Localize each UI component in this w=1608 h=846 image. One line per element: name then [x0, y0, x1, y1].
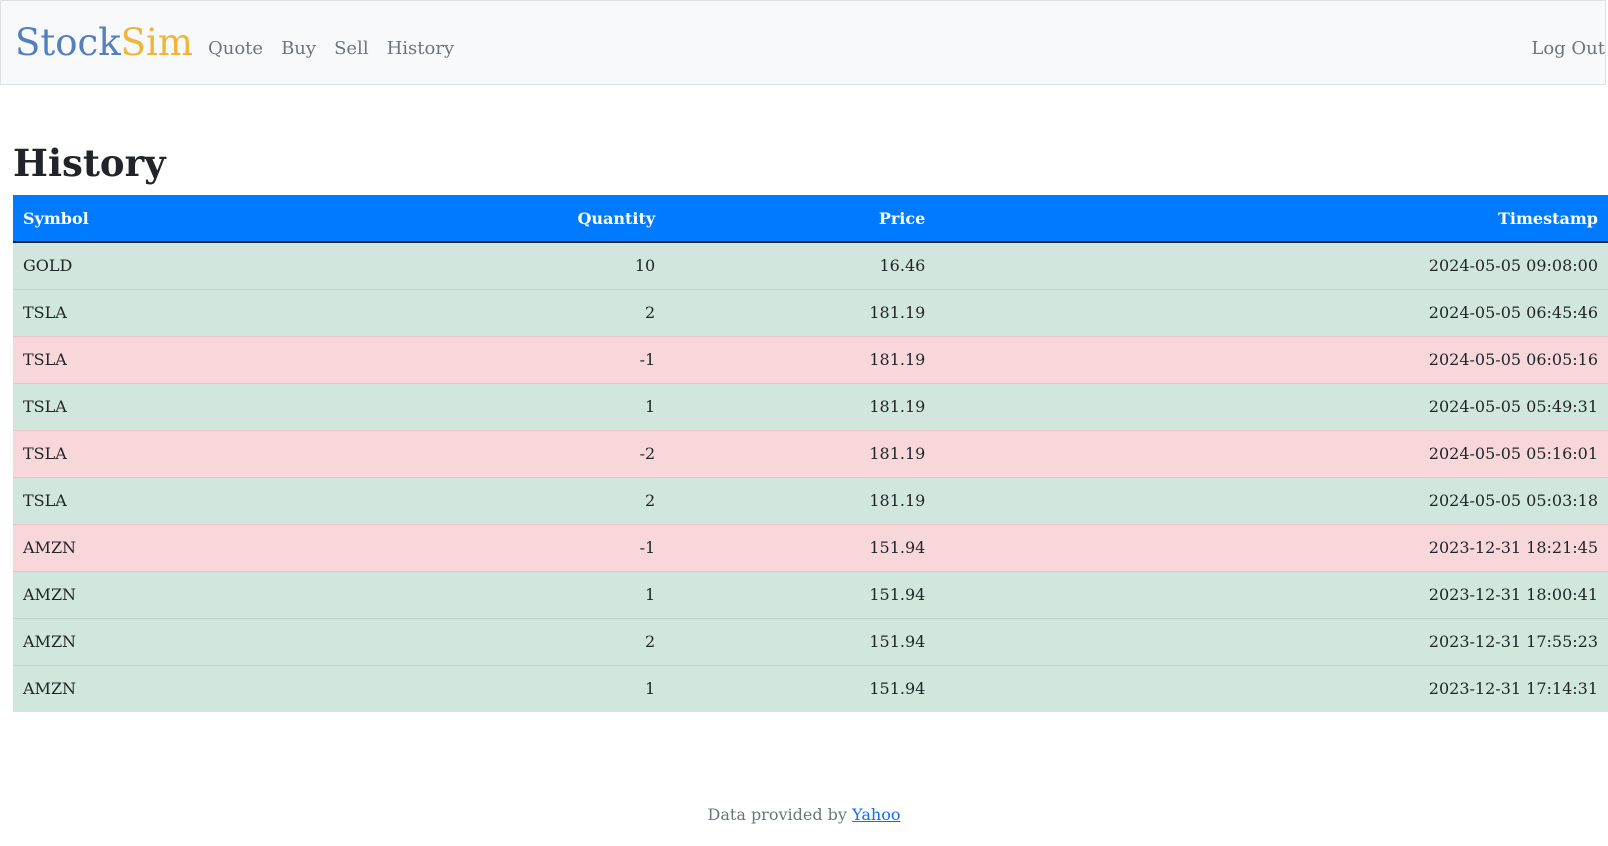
cell-price: 151.94 — [665, 664, 936, 712]
table-row: TSLA 1 181.19 2024-05-05 05:49:31 — [13, 382, 1608, 430]
nav-link-history[interactable]: History — [387, 37, 455, 61]
nav-link-buy[interactable]: Buy — [281, 37, 316, 61]
cell-timestamp: 2024-05-05 06:45:46 — [935, 288, 1608, 336]
cell-price: 151.94 — [665, 617, 936, 665]
logout-link[interactable]: Log Out — [1531, 37, 1605, 61]
cell-price: 16.46 — [665, 241, 936, 289]
cell-quantity: 1 — [317, 664, 666, 712]
nav-link-sell[interactable]: Sell — [334, 37, 369, 61]
cell-quantity: -1 — [317, 523, 666, 571]
table-row: AMZN 2 151.94 2023-12-31 17:55:23 — [13, 617, 1608, 665]
cell-price: 181.19 — [665, 476, 936, 524]
cell-quantity: 10 — [317, 241, 666, 289]
cell-timestamp: 2023-12-31 18:21:45 — [935, 523, 1608, 571]
cell-symbol: AMZN — [13, 523, 318, 571]
cell-symbol: TSLA — [13, 382, 318, 430]
cell-timestamp: 2024-05-05 05:16:01 — [935, 429, 1608, 477]
table-header-row: Symbol Quantity Price Timestamp — [13, 195, 1608, 243]
cell-price: 181.19 — [665, 429, 936, 477]
cell-timestamp: 2024-05-05 06:05:16 — [935, 335, 1608, 383]
cell-quantity: 2 — [317, 617, 666, 665]
page-title: History — [13, 141, 166, 185]
cell-timestamp: 2023-12-31 18:00:41 — [935, 570, 1608, 618]
brand-stock-text: Stock — [15, 21, 121, 64]
cell-quantity: 1 — [317, 570, 666, 618]
cell-quantity: 2 — [317, 288, 666, 336]
cell-symbol: TSLA — [13, 476, 318, 524]
nav-links: Quote Buy Sell History — [208, 37, 454, 61]
table-row: TSLA -1 181.19 2024-05-05 06:05:16 — [13, 335, 1608, 383]
footer: Data provided by Yahoo — [0, 804, 1608, 826]
cell-symbol: AMZN — [13, 570, 318, 618]
history-table: Symbol Quantity Price Timestamp GOLD 10 … — [13, 195, 1608, 712]
header-quantity: Quantity — [317, 195, 666, 243]
table-row: TSLA 2 181.19 2024-05-05 06:45:46 — [13, 288, 1608, 336]
cell-symbol: AMZN — [13, 664, 318, 712]
brand-logo[interactable]: StockSim — [15, 19, 193, 67]
header-symbol: Symbol — [13, 195, 318, 243]
cell-price: 151.94 — [665, 570, 936, 618]
navbar: StockSim Quote Buy Sell History Log Out — [0, 0, 1606, 85]
table-row: AMZN 1 151.94 2023-12-31 17:14:31 — [13, 664, 1608, 712]
cell-quantity: -1 — [317, 335, 666, 383]
table-row: TSLA -2 181.19 2024-05-05 05:16:01 — [13, 429, 1608, 477]
cell-symbol: AMZN — [13, 617, 318, 665]
cell-symbol: GOLD — [13, 241, 318, 289]
table-row: GOLD 10 16.46 2024-05-05 09:08:00 — [13, 241, 1608, 289]
cell-timestamp: 2023-12-31 17:14:31 — [935, 664, 1608, 712]
table-row: AMZN 1 151.94 2023-12-31 18:00:41 — [13, 570, 1608, 618]
cell-timestamp: 2023-12-31 17:55:23 — [935, 617, 1608, 665]
cell-quantity: 2 — [317, 476, 666, 524]
cell-symbol: TSLA — [13, 429, 318, 477]
cell-symbol: TSLA — [13, 288, 318, 336]
table-row: AMZN -1 151.94 2023-12-31 18:21:45 — [13, 523, 1608, 571]
table-body: GOLD 10 16.46 2024-05-05 09:08:00 TSLA 2… — [13, 241, 1608, 712]
cell-price: 181.19 — [665, 288, 936, 336]
cell-quantity: -2 — [317, 429, 666, 477]
cell-price: 151.94 — [665, 523, 936, 571]
nav-link-quote[interactable]: Quote — [208, 37, 263, 61]
cell-timestamp: 2024-05-05 09:08:00 — [935, 241, 1608, 289]
brand-sim-text: Sim — [120, 21, 193, 64]
cell-price: 181.19 — [665, 382, 936, 430]
footer-text: Data provided by — [707, 805, 853, 824]
cell-price: 181.19 — [665, 335, 936, 383]
yahoo-link[interactable]: Yahoo — [852, 805, 900, 824]
cell-symbol: TSLA — [13, 335, 318, 383]
cell-timestamp: 2024-05-05 05:03:18 — [935, 476, 1608, 524]
header-price: Price — [665, 195, 936, 243]
cell-quantity: 1 — [317, 382, 666, 430]
cell-timestamp: 2024-05-05 05:49:31 — [935, 382, 1608, 430]
table-row: TSLA 2 181.19 2024-05-05 05:03:18 — [13, 476, 1608, 524]
header-timestamp: Timestamp — [935, 195, 1608, 243]
